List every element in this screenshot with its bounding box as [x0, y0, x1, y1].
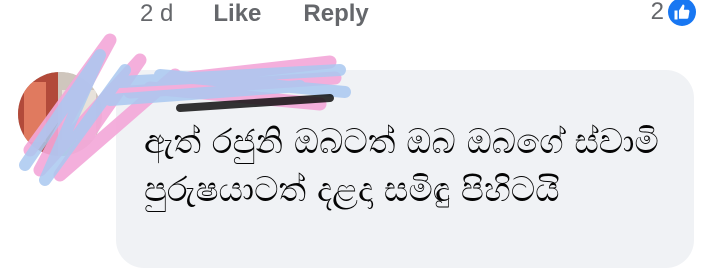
reaction-summary[interactable]: 2 — [651, 0, 696, 26]
comment-actions: 2 d Like Reply — [140, 0, 369, 28]
thumbs-up-icon — [668, 0, 696, 26]
like-button[interactable]: Like — [213, 0, 261, 28]
reply-button[interactable]: Reply — [303, 0, 368, 28]
avatar[interactable] — [18, 72, 102, 156]
reaction-count: 2 — [650, 0, 664, 25]
comment-timestamp[interactable]: 2 d — [140, 0, 173, 28]
comment-view: 2 d Like Reply 2 ඇත් රජුනි ඔබටත් ඔබ ඔබගේ… — [0, 0, 720, 276]
comment-text: ඇත් රජුනි ඔබටත් ඔබ ඔබගේ ස්වාමි පුරුෂයාටත… — [144, 122, 659, 210]
